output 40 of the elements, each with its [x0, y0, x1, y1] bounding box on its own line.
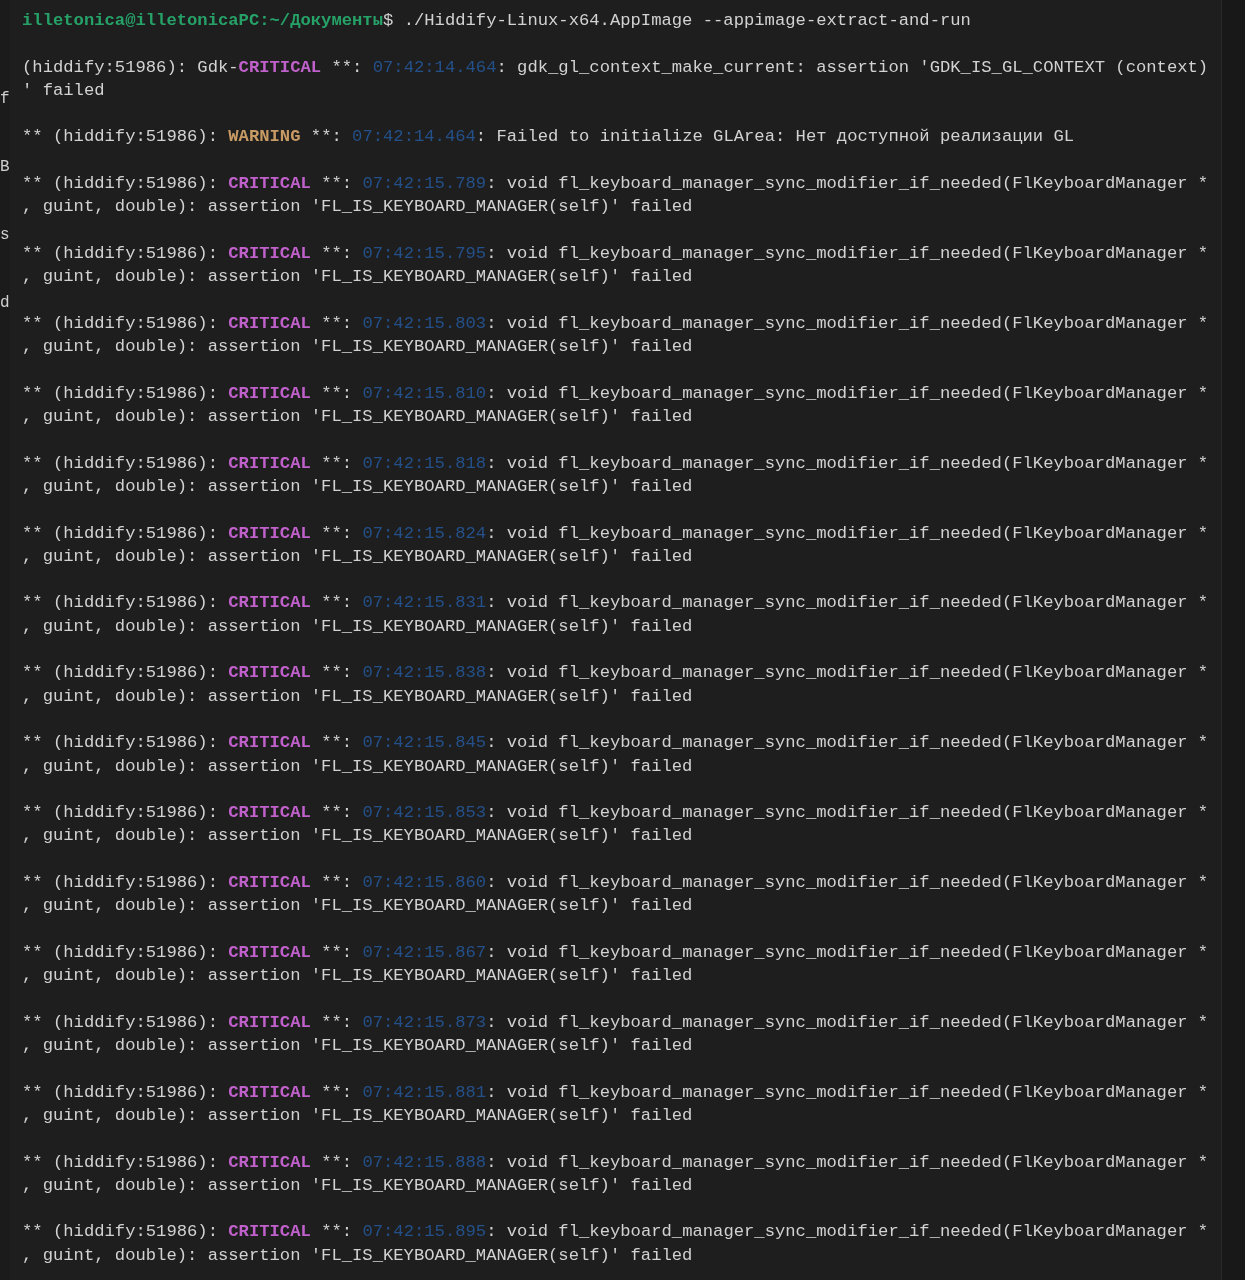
log-message: ** (hiddify:51986): CRITICAL **: 07:42:15.888: void fl_keyboard_manager_sync_modifier_if_needed(FlKeyboardManager *: [22, 1151, 1210, 1174]
log-message-continuation: , guint, double): assertion 'FL_IS_KEYBOARD_MANAGER(self)' failed: [22, 475, 694, 498]
background-window-text: d: [0, 293, 10, 314]
log-message: ** (hiddify:51986): CRITICAL **: 07:42:15.867: void fl_keyboard_manager_sync_modifier_if_needed(FlKeyboardManager *: [22, 941, 1210, 964]
log-message-continuation: , guint, double): assertion 'FL_IS_KEYBOARD_MANAGER(self)' failed: [22, 1035, 694, 1058]
log-message: ** (hiddify:51986): CRITICAL **: 07:42:15.881: void fl_keyboard_manager_sync_modifier_if_needed(FlKeyboardManager *: [22, 1081, 1210, 1104]
background-window-text: B: [0, 157, 10, 178]
log-message-continuation: , guint, double): assertion 'FL_IS_KEYBOARD_MANAGER(self)' failed: [22, 755, 694, 778]
log-message-continuation: , guint, double): assertion 'FL_IS_KEYBOARD_MANAGER(self)' failed: [22, 266, 694, 289]
log-message: ** (hiddify:51986): CRITICAL **: 07:42:15.795: void fl_keyboard_manager_sync_modifier_if_needed(FlKeyboardManager *: [22, 242, 1210, 265]
log-message: ** (hiddify:51986): CRITICAL **: 07:42:15.824: void fl_keyboard_manager_sync_modifier_if_needed(FlKeyboardManager *: [22, 522, 1210, 545]
log-message: ** (hiddify:51986): CRITICAL **: 07:42:15.853: void fl_keyboard_manager_sync_modifier_if_needed(FlKeyboardManager *: [22, 802, 1210, 825]
log-message-continuation: ' failed: [22, 79, 106, 102]
background-window-text: s: [0, 225, 10, 246]
log-message-continuation: , guint, double): assertion 'FL_IS_KEYBOARD_MANAGER(self)' failed: [22, 336, 694, 359]
log-message: ** (hiddify:51986): WARNING **: 07:42:14.464: Failed to initialize GLArea: Нет доступной реализации GL: [22, 126, 1076, 149]
log-message: ** (hiddify:51986): CRITICAL **: 07:42:15.860: void fl_keyboard_manager_sync_modifier_if_needed(FlKeyboardManager *: [22, 872, 1210, 894]
log-message-continuation: , guint, double): assertion 'FL_IS_KEYBOARD_MANAGER(self)' failed: [22, 406, 694, 429]
log-message: ** (hiddify:51986): CRITICAL **: 07:42:15.895: void fl_keyboard_manager_sync_modifier_if_needed(FlKeyboardManager *: [22, 1221, 1210, 1244]
log-message: (hiddify:51986): Gdk-CRITICAL **: 07:42:14.464: gdk_gl_context_make_current: assertion 'GDK_IS_GL_CONTEXT (context): [22, 56, 1210, 79]
log-message: ** (hiddify:51986): CRITICAL **: 07:42:15.789: void fl_keyboard_manager_sync_modifier_if_needed(FlKeyboardManager *: [22, 173, 1210, 196]
log-message: ** (hiddify:51986): CRITICAL **: 07:42:15.810: void fl_keyboard_manager_sync_modifier_if_needed(FlKeyboardManager *: [22, 382, 1210, 405]
background-window-text: f: [0, 89, 10, 110]
log-message-continuation: , guint, double): assertion 'FL_IS_KEYBOARD_MANAGER(self)' failed: [22, 685, 694, 708]
log-message-continuation: , guint, double): assertion 'FL_IS_KEYBOARD_MANAGER(self)' failed: [22, 1174, 694, 1197]
log-message-continuation: , guint, double): assertion 'FL_IS_KEYBOARD_MANAGER(self)' failed: [22, 965, 694, 988]
log-message-continuation: , guint, double): assertion 'FL_IS_KEYBOARD_MANAGER(self)' failed: [22, 1244, 694, 1267]
log-message-continuation: , guint, double): assertion 'FL_IS_KEYBOARD_MANAGER(self)' failed: [22, 1104, 694, 1127]
log-message: ** (hiddify:51986): CRITICAL **: 07:42:15.838: void fl_keyboard_manager_sync_modifier_if_needed(FlKeyboardManager *: [22, 662, 1210, 685]
log-message: ** (hiddify:51986): CRITICAL **: 07:42:15.845: void fl_keyboard_manager_sync_modifier_if_needed(FlKeyboardManager *: [22, 732, 1210, 755]
command-line: illetonica@illetonicaPC:~/Документы$ ./Hiddify-Linux-x64.AppImage --appimage-extract-and-run: [22, 10, 972, 32]
log-message-continuation: , guint, double): assertion 'FL_IS_KEYBOARD_MANAGER(self)' failed: [22, 196, 694, 219]
log-message: ** (hiddify:51986): CRITICAL **: 07:42:15.818: void fl_keyboard_manager_sync_modifier_if_needed(FlKeyboardManager *: [22, 452, 1210, 475]
log-message-continuation: , guint, double): assertion 'FL_IS_KEYBOARD_MANAGER(self)' failed: [22, 825, 694, 848]
log-message: ** (hiddify:51986): CRITICAL **: 07:42:15.803: void fl_keyboard_manager_sync_modifier_if_needed(FlKeyboardManager *: [22, 312, 1210, 335]
log-message-continuation: , guint, double): assertion 'FL_IS_KEYBOARD_MANAGER(self)' failed: [22, 615, 694, 638]
log-message: ** (hiddify:51986): CRITICAL **: 07:42:15.873: void fl_keyboard_manager_sync_modifier_if_needed(FlKeyboardManager *: [22, 1011, 1210, 1034]
log-message-continuation: , guint, double): assertion 'FL_IS_KEYBOARD_MANAGER(self)' failed: [22, 545, 694, 568]
log-message-continuation: , guint, double): assertion 'FL_IS_KEYBOARD_MANAGER(self)' failed: [22, 895, 694, 918]
log-message: ** (hiddify:51986): CRITICAL **: 07:42:15.831: void fl_keyboard_manager_sync_modifier_if_needed(FlKeyboardManager *: [22, 592, 1210, 615]
